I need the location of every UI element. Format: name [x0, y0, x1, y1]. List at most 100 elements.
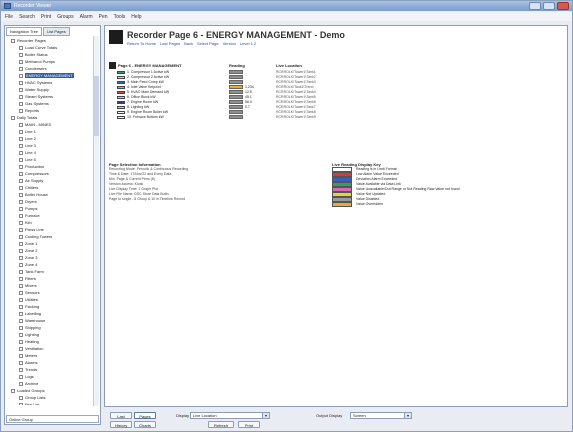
chevron-down-icon[interactable]: ▾ — [404, 413, 411, 418]
menu-groups[interactable]: Groups — [57, 14, 73, 20]
expand-icon[interactable] — [19, 283, 23, 288]
tree-item[interactable]: Condensers — [7, 65, 99, 72]
expand-icon[interactable] — [19, 52, 23, 57]
tree-item[interactable]: Meters — [7, 352, 99, 359]
expand-icon[interactable] — [19, 108, 23, 113]
tree-item[interactable]: Steam Systems — [7, 93, 99, 100]
group-status[interactable]: Online Group — [6, 415, 99, 423]
tree-item[interactable]: Zone 4 — [7, 261, 99, 268]
tree-item[interactable]: Line 2 — [7, 135, 99, 142]
expand-icon[interactable] — [19, 101, 23, 106]
link-last-pages[interactable]: Last Pages — [160, 41, 180, 46]
link-version[interactable]: Version — [223, 41, 236, 46]
tree-item[interactable]: Boiler House — [7, 191, 99, 198]
expand-icon[interactable] — [19, 318, 23, 323]
display-select[interactable]: Live Location ▾ — [190, 412, 270, 419]
menu-tools[interactable]: Tools — [114, 14, 126, 20]
menu-alarm[interactable]: Alarm — [80, 14, 93, 20]
tree-item[interactable]: Mixers — [7, 282, 99, 289]
history-button[interactable]: History — [110, 421, 132, 428]
tree-item[interactable]: Logs — [7, 373, 99, 380]
tree-item[interactable]: Methanol Pumps — [7, 58, 99, 65]
tree-item[interactable]: Line 3 — [7, 142, 99, 149]
expand-icon[interactable] — [19, 199, 23, 204]
refresh-button[interactable]: Refresh — [208, 421, 234, 428]
expand-icon[interactable] — [19, 178, 23, 183]
menu-file[interactable]: File — [5, 14, 13, 20]
expand-icon[interactable] — [19, 255, 23, 260]
expand-icon[interactable] — [19, 157, 23, 162]
expand-icon[interactable] — [19, 304, 23, 309]
tree-item[interactable]: Load Curve Totals — [7, 44, 99, 51]
expand-icon[interactable] — [19, 227, 23, 232]
tree-item[interactable]: Ventilation — [7, 345, 99, 352]
expand-icon[interactable] — [19, 220, 23, 225]
expand-icon[interactable] — [19, 290, 23, 295]
tree-item[interactable]: Daily Totals — [7, 114, 99, 121]
tree-item[interactable]: Lighting — [7, 331, 99, 338]
last-button[interactable]: Last — [110, 412, 132, 419]
tree-item[interactable]: Press Line — [7, 226, 99, 233]
chevron-down-icon[interactable]: ▾ — [262, 413, 269, 418]
expand-icon[interactable] — [19, 332, 23, 337]
menu-print[interactable]: Print — [41, 14, 51, 20]
tree-item[interactable]: Reports — [7, 107, 99, 114]
expand-icon[interactable] — [19, 360, 23, 365]
expand-icon[interactable] — [19, 143, 23, 148]
expand-icon[interactable] — [19, 311, 23, 316]
tree-item[interactable]: MAIN - MINES — [7, 121, 99, 128]
tree-item[interactable]: Heating — [7, 338, 99, 345]
expand-icon[interactable] — [19, 367, 23, 372]
expand-icon[interactable] — [19, 234, 23, 239]
expand-icon[interactable] — [19, 248, 23, 253]
tree-item[interactable]: Cooling Towers — [7, 233, 99, 240]
expand-icon[interactable] — [19, 395, 23, 400]
expand-icon[interactable] — [19, 346, 23, 351]
tree-item[interactable]: Pumps — [7, 205, 99, 212]
expand-icon[interactable] — [19, 73, 23, 78]
tree-item[interactable]: Tank Farm — [7, 268, 99, 275]
tree-item[interactable]: Pen List — [7, 401, 99, 405]
tree-item[interactable]: ENERGY MANAGEMENT — [7, 72, 99, 79]
tree-item[interactable]: Group Lists — [7, 394, 99, 401]
menu-search[interactable]: Search — [19, 14, 35, 20]
tree-item[interactable]: Warehouse — [7, 317, 99, 324]
expand-icon[interactable] — [19, 381, 23, 386]
expand-icon[interactable] — [19, 297, 23, 302]
expand-icon[interactable] — [19, 185, 23, 190]
expand-icon[interactable] — [19, 276, 23, 281]
tree-item[interactable]: Kiln — [7, 219, 99, 226]
tree-item[interactable]: Line 1 — [7, 128, 99, 135]
tab-list-pages[interactable]: List Pages — [43, 27, 70, 36]
expand-icon[interactable] — [11, 388, 15, 393]
tree-item[interactable]: Furnace — [7, 212, 99, 219]
tree-item[interactable]: Line 4 — [7, 149, 99, 156]
expand-icon[interactable] — [19, 129, 23, 134]
minimize-button[interactable] — [529, 2, 541, 10]
tree-scrollbar[interactable] — [93, 36, 99, 406]
expand-icon[interactable] — [19, 80, 23, 85]
tree-item[interactable]: Packing — [7, 303, 99, 310]
expand-icon[interactable] — [19, 206, 23, 211]
tab-navigation-tree[interactable]: Navigation Tree — [6, 27, 43, 36]
expand-icon[interactable] — [19, 262, 23, 267]
tree-item[interactable]: Air Supply — [7, 177, 99, 184]
tree-item[interactable]: Water Supply — [7, 86, 99, 93]
expand-icon[interactable] — [19, 192, 23, 197]
tree-item[interactable]: Loaded Groups — [7, 387, 99, 394]
expand-icon[interactable] — [19, 164, 23, 169]
link-return-home[interactable]: Return To Home — [127, 41, 156, 46]
expand-icon[interactable] — [19, 325, 23, 330]
tree-item[interactable]: Gas Systems — [7, 100, 99, 107]
tree-item[interactable]: Sensors — [7, 289, 99, 296]
expand-icon[interactable] — [19, 87, 23, 92]
expand-icon[interactable] — [19, 122, 23, 127]
tree-item[interactable]: Zone 3 — [7, 254, 99, 261]
expand-icon[interactable] — [19, 150, 23, 155]
tree-item[interactable]: Filters — [7, 275, 99, 282]
tree-item[interactable]: Zone 1 — [7, 240, 99, 247]
expand-icon[interactable] — [19, 171, 23, 176]
tree-scroll-thumb[interactable] — [94, 76, 99, 136]
expand-icon[interactable] — [19, 353, 23, 358]
link-level[interactable]: Level 1.2 — [240, 41, 256, 46]
